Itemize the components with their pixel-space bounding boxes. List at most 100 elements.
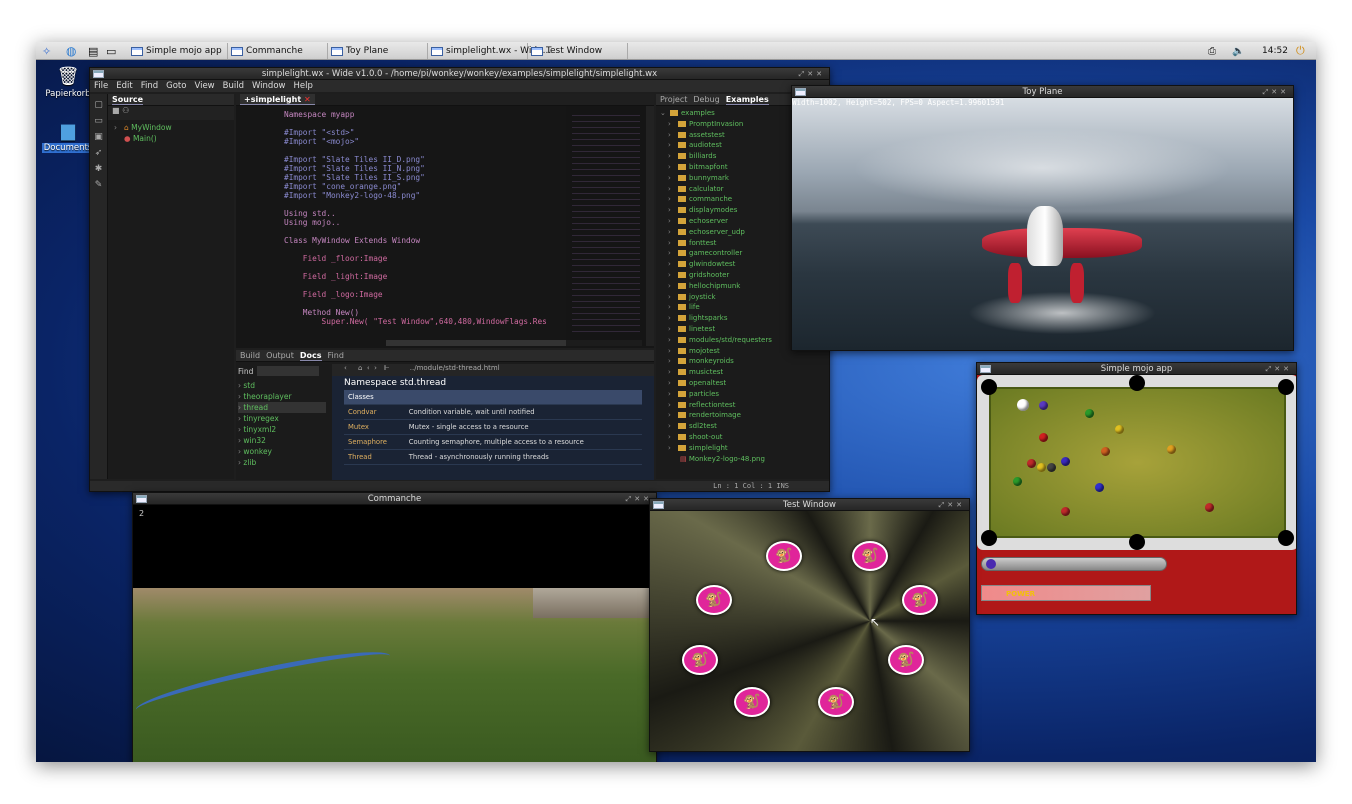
tab-find[interactable]: Find [328,350,344,361]
tab-build[interactable]: Build [240,350,260,361]
doc-module-item[interactable]: › thread [238,402,326,413]
terrain[interactable] [133,588,656,762]
ball-rail [981,557,1167,571]
doc-module-item[interactable]: › tinyregex [238,413,326,424]
network-icon[interactable]: ⎙ [1208,44,1216,58]
ide-titlebar[interactable]: simplelight.wx - Wide v1.0.0 - /home/pi/… [90,68,829,80]
square-icon[interactable]: ■ [112,106,120,115]
table-row: Condvar Condition variable, wait until no… [344,404,642,420]
doc-path[interactable]: ../module/std-thread.html [410,364,500,372]
doc-link[interactable]: Condvar [344,404,405,420]
task-simple-mojo[interactable]: Simple mojo app [128,43,228,59]
menu-window[interactable]: Window [252,80,286,92]
doc-module-item[interactable]: › tinyxml2 [238,424,326,435]
wrench-icon[interactable]: ✎ [90,180,107,190]
taskbar: ✧ ◍ ▤ ▭ Simple mojo app Commanche Toy Pl… [36,42,1316,60]
bug-icon[interactable]: ✱ [90,164,107,174]
home-icon[interactable]: ⌂ [358,364,362,372]
save-icon[interactable]: ▣ [90,132,107,142]
task-commanche[interactable]: Commanche [228,43,328,59]
example-item[interactable]: › shoot-out [660,432,826,443]
users-icon[interactable]: ⚇ [122,106,129,115]
monkey-logo-icon: 🐒 [888,645,924,675]
mouse-cursor-icon: ↖ [870,615,881,629]
example-item[interactable]: › monkeyroids [660,356,826,367]
tab-debug[interactable]: Debug [693,94,719,105]
example-item[interactable]: › simplelight [660,443,826,454]
next-icon[interactable]: › [374,364,377,372]
back-icon[interactable]: ‹ [344,364,347,372]
task-wide[interactable]: simplelight.wx - Wide... [428,43,551,59]
volume-icon[interactable]: 🔈 [1232,44,1244,58]
doc-module-item[interactable]: › theoraplayer [238,391,326,402]
vertical-scrollbar[interactable] [646,106,654,346]
minimap[interactable] [566,106,646,346]
example-item[interactable]: › musictest [660,367,826,378]
tab-file[interactable]: +simplelight ✕ [240,94,315,105]
task-test-window[interactable]: Test Window [528,43,628,59]
tab-source[interactable]: Source [112,94,144,105]
doc-table: Classes Condvar Condition variable, wait … [344,390,642,465]
desktop: ✧ ◍ ▤ ▭ Simple mojo app Commanche Toy Pl… [36,42,1316,762]
monkey-logo-icon: 🐒 [682,645,718,675]
menu-icon[interactable]: ✧ [42,44,51,58]
close-icon[interactable]: ✕ [304,95,311,104]
example-item[interactable]: ▤ Monkey2-logo-48.png [660,454,826,465]
doc-link[interactable]: Semaphore [344,434,405,450]
commanche-titlebar[interactable]: Commanche ⤢✕✕ [133,493,656,505]
menu-view[interactable]: View [194,80,214,92]
prev-icon[interactable]: ‹ [367,364,370,372]
tab-docs[interactable]: Docs [299,350,322,361]
doc-module-list: › std › theoraplayer › thread › tinyregex › … [238,380,326,468]
outline-tree: › ⌂ MyWindow ● Main() [108,120,234,146]
menu-file[interactable]: File [94,80,108,92]
doc-module-item[interactable]: › win32 [238,435,326,446]
example-item[interactable]: › particles [660,389,826,400]
terminal-icon[interactable]: ▭ [106,44,116,58]
outline-item[interactable]: ● Main() [114,133,228,144]
file-manager-icon[interactable]: ▤ [88,44,98,58]
source-panel: Source ■ ⚇ › ⌂ MyWindow ● Main() [108,94,234,479]
example-item[interactable]: › sdl2test [660,421,826,432]
fps-readout: Width=1002, Height=502, FPS=0 Aspect=1.9… [792,98,1005,107]
menu-goto[interactable]: Goto [166,80,186,92]
test-window-titlebar[interactable]: Test Window ⤢✕✕ [650,499,969,511]
counter: 2 [139,509,145,518]
docs-panel: Build Output Docs Find Find › std › theor… [236,350,654,480]
menu-build[interactable]: Build [223,80,244,92]
tab-output[interactable]: Output [266,350,294,361]
find-label: Find [238,366,254,376]
power-meter[interactable]: POWER [981,585,1151,601]
menu-edit[interactable]: Edit [116,80,132,92]
example-item[interactable]: › rendertoimage [660,410,826,421]
new-file-icon[interactable]: ▢ [90,100,107,110]
light-scene[interactable]: 🐒 🐒 🐒 🐒 🐒 🐒 🐒 🐒 ↖ [650,511,969,751]
table-row: Mutex Mutex - single access to a resource [344,419,642,435]
rocket-icon[interactable]: ➶ [90,148,107,158]
menu-find[interactable]: Find [141,80,158,92]
doc-module-item[interactable]: › zlib [238,457,326,468]
root-icon[interactable]: ⊩ [384,364,390,372]
tab-project[interactable]: Project [660,94,687,105]
tab-examples[interactable]: Examples [725,94,769,105]
example-item[interactable]: › reflectiontest [660,400,826,411]
doc-module-item[interactable]: › wonkey [238,446,326,457]
monkey-logo-icon: 🐒 [902,585,938,615]
menu-help[interactable]: Help [293,80,312,92]
toy-plane-titlebar[interactable]: Toy Plane ⤢✕✕ [792,86,1293,98]
browser-icon[interactable]: ◍ [66,44,76,58]
doc-link[interactable]: Mutex [344,419,405,435]
open-folder-icon[interactable]: ▭ [90,116,107,126]
power-icon[interactable]: ⏻ [1296,44,1305,58]
commanche-window: Commanche ⤢✕✕ 2 [132,492,657,762]
doc-link[interactable]: Thread [344,449,405,465]
task-toy-plane[interactable]: Toy Plane [328,43,428,59]
outline-item[interactable]: › ⌂ MyWindow [114,122,228,133]
pool-titlebar[interactable]: Simple mojo app ⤢✕✕ [977,363,1296,375]
doc-module-item[interactable]: › std [238,380,326,391]
clock[interactable]: 14:52 [1262,44,1288,58]
doc-viewer: ‹ ⌂ ‹ › ⊩ ../module/std-thread.html Name… [332,364,654,480]
find-input[interactable] [257,366,320,376]
example-item[interactable]: › openaltest [660,378,826,389]
doc-title: Namespace std.thread [344,378,447,388]
